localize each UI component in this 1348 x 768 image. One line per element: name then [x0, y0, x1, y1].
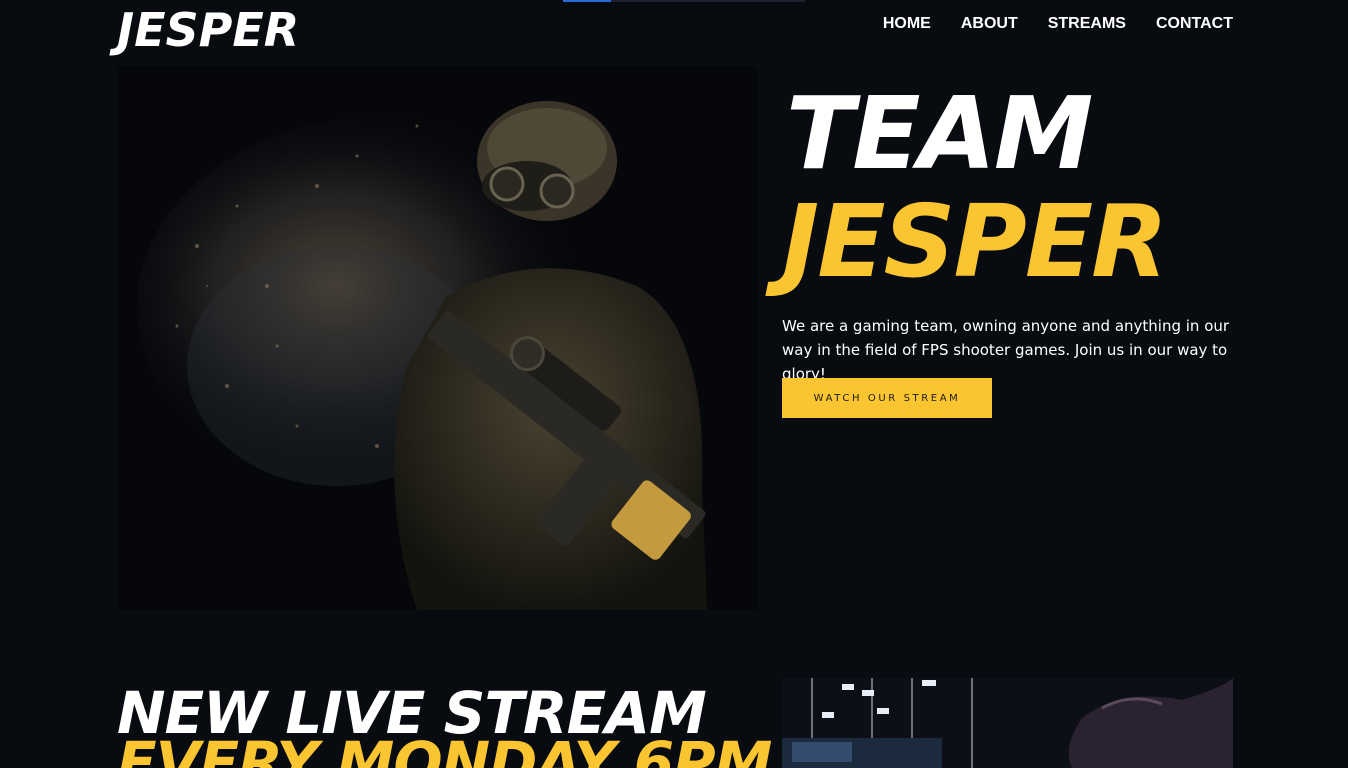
nav-contact[interactable]: CONTACT	[1156, 14, 1233, 34]
soldier-dust-illustration-icon	[117, 66, 757, 610]
hero-title: TEAM JESPER	[782, 75, 1168, 296]
watch-stream-button[interactable]: WATCH OUR STREAM	[782, 378, 992, 418]
gaming-arena-photo-icon	[782, 678, 1233, 768]
nav-streams[interactable]: STREAMS	[1048, 14, 1126, 34]
hero-description: We are a gaming team, owning anyone and …	[782, 317, 1230, 383]
hero-image	[117, 66, 757, 610]
nav-home[interactable]: HOME	[883, 14, 931, 34]
top-scroll-indicator	[563, 0, 611, 2]
stream-title: NEW LIVE STREAM EVERY MONDAY 6PM	[117, 684, 772, 768]
stream-title-line2: EVERY MONDAY 6PM	[117, 729, 772, 768]
hero-title-line2: JESPER	[782, 183, 1168, 300]
site-logo[interactable]: JESPER	[117, 4, 299, 56]
hero-title-line1: TEAM	[786, 75, 1093, 192]
stream-image	[782, 678, 1233, 768]
page: JESPER HOME ABOUT STREAMS CONTACT TEAM J…	[0, 0, 1348, 768]
nav-about[interactable]: ABOUT	[961, 14, 1018, 34]
main-nav: HOME ABOUT STREAMS CONTACT	[883, 14, 1233, 34]
